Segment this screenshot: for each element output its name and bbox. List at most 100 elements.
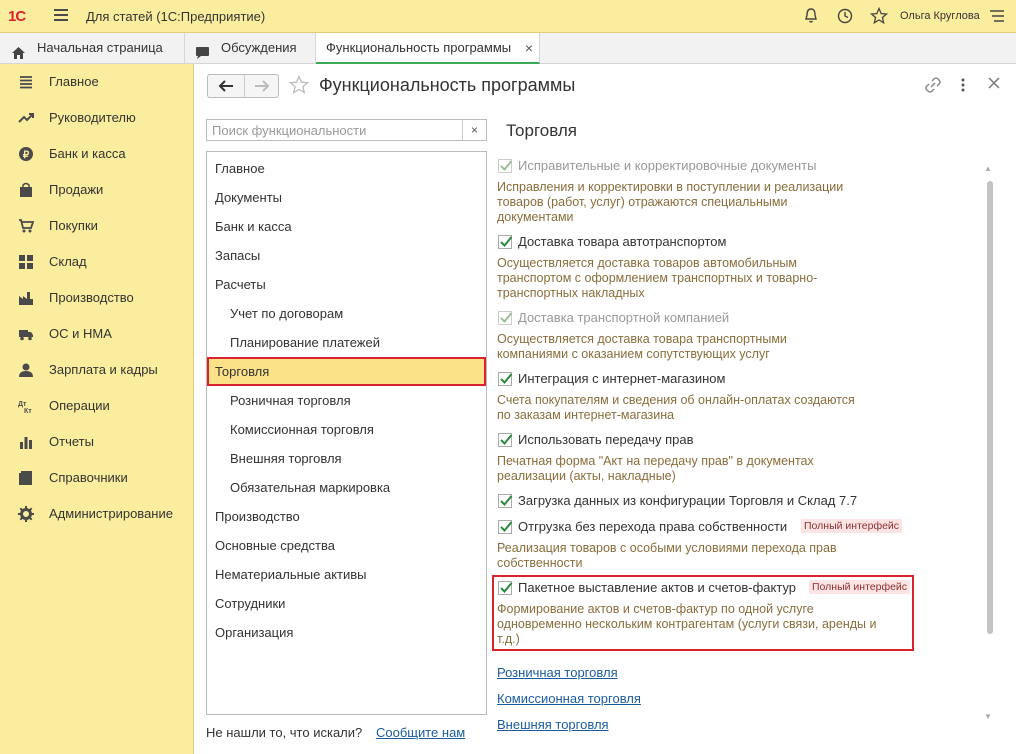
options-list: Исправительные и корректировочные докуме… <box>495 154 987 754</box>
option-description: Осуществляется доставка товара транспорт… <box>497 332 787 361</box>
cart-icon <box>18 218 35 234</box>
link-retail[interactable]: Розничная торговля <box>497 665 618 680</box>
tab-discussions[interactable]: Обсуждения <box>185 33 316 64</box>
menu-icon <box>18 74 34 90</box>
sidebar-item-bank[interactable]: ₽ Банк и касса <box>0 136 194 172</box>
close-icon[interactable] <box>987 76 1001 94</box>
option-checkbox[interactable] <box>498 433 513 447</box>
tree-item[interactable]: Расчеты <box>207 270 486 299</box>
bell-icon[interactable] <box>802 7 822 27</box>
tree-item[interactable]: Запасы <box>207 241 486 270</box>
tree-item[interactable]: Основные средства <box>207 531 486 560</box>
sidebar-item-sales[interactable]: Продажи <box>0 172 194 208</box>
scroll-down-icon[interactable]: ▼ <box>984 712 992 721</box>
coin-icon: ₽ <box>18 146 34 162</box>
option-description: Счета покупателям и сведения об онлайн-о… <box>497 393 855 422</box>
tree-item[interactable]: Обязательная маркировка <box>207 473 486 502</box>
option-checkbox[interactable] <box>498 235 513 249</box>
tree-item[interactable]: Нематериальные активы <box>207 560 486 589</box>
sidebar-item-label: Производство <box>49 290 134 305</box>
sidebar-item-reports[interactable]: Отчеты <box>0 424 194 460</box>
sidebar-item-label: Зарплата и кадры <box>49 362 158 377</box>
tree-item[interactable]: Главное <box>207 154 486 183</box>
link-commission[interactable]: Комиссионная торговля <box>497 691 641 706</box>
option-checkbox[interactable] <box>498 311 513 325</box>
sidebar-item-assets[interactable]: ОС и НМА <box>0 316 194 352</box>
sidebar-item-warehouse[interactable]: Склад <box>0 244 194 280</box>
sidebar-item-salary[interactable]: Зарплата и кадры <box>0 352 194 388</box>
home-icon <box>11 41 26 59</box>
sidebar-item-label: Банк и касса <box>49 146 126 161</box>
tree-item[interactable]: Банк и касса <box>207 212 486 241</box>
tree-item[interactable]: Сотрудники <box>207 589 486 618</box>
main-panel: Функциональность программы × Главное Док… <box>195 64 1016 754</box>
option-label: Загрузка данных из конфигурации Торговля… <box>518 493 858 508</box>
tree-item[interactable]: Производство <box>207 502 486 531</box>
report-link[interactable]: Сообщите нам <box>376 725 465 740</box>
forward-button[interactable] <box>244 75 279 97</box>
tree-item[interactable]: Планирование платежей <box>207 328 486 357</box>
sidebar: Главное Руководителю ₽ Банк и касса Прод… <box>0 64 194 754</box>
page-title: Функциональность программы <box>319 75 576 95</box>
main-menu-icon[interactable] <box>54 9 68 23</box>
tree-item[interactable]: Документы <box>207 183 486 212</box>
warehouse-icon <box>18 254 34 270</box>
option-checkbox[interactable] <box>498 372 513 386</box>
sidebar-item-purchases[interactable]: Покупки <box>0 208 194 244</box>
settings-menu-icon[interactable] <box>988 7 1008 27</box>
close-tab-icon[interactable]: × <box>525 33 533 63</box>
favorites-star-icon[interactable] <box>869 6 890 27</box>
scrollbar-thumb[interactable] <box>987 181 993 634</box>
option-description: Печатная форма "Акт на передачу прав" в … <box>497 454 814 483</box>
truck-icon <box>18 326 34 342</box>
tree-item[interactable]: Учет по договорам <box>207 299 486 328</box>
section-title: Торговля <box>506 121 578 140</box>
option-label: Отгрузка без перехода права собственност… <box>518 519 788 534</box>
tree-item[interactable]: Розничная торговля <box>207 386 486 415</box>
scroll-up-icon[interactable]: ▲ <box>984 164 992 173</box>
option-checkbox[interactable] <box>498 159 513 173</box>
back-button[interactable] <box>208 75 243 97</box>
not-found-text: Не нашли то, что искали? <box>206 725 363 740</box>
sidebar-item-manager[interactable]: Руководителю <box>0 100 194 136</box>
tree-item[interactable]: Комиссионная торговля <box>207 415 486 444</box>
option-description: Реализация товаров с особыми условиями п… <box>497 541 837 570</box>
sidebar-item-catalogs[interactable]: Справочники <box>0 460 194 496</box>
dt-kt-icon: Дт Кт <box>18 398 34 415</box>
svg-text:Кт: Кт <box>24 408 32 414</box>
sidebar-item-label: ОС и НМА <box>49 326 112 341</box>
factory-icon <box>18 290 34 306</box>
sidebar-item-label: Продажи <box>49 182 104 197</box>
person-icon <box>18 362 34 378</box>
sidebar-item-label: Справочники <box>49 470 128 485</box>
link-icon[interactable] <box>924 76 942 98</box>
tree-item-selected[interactable]: Торговля <box>207 357 486 386</box>
search-input[interactable] <box>207 120 462 140</box>
user-name[interactable]: Ольга Круглова <box>900 10 980 22</box>
option-checkbox[interactable] <box>498 520 513 534</box>
tree-item[interactable]: Внешняя торговля <box>207 444 486 473</box>
clear-search-button[interactable]: × <box>462 120 486 140</box>
tree-item[interactable]: Организация <box>207 618 486 647</box>
sidebar-item-admin[interactable]: Администрирование <box>0 496 194 532</box>
link-foreign-trade[interactable]: Внешняя торговля <box>497 717 609 732</box>
bar-chart-icon <box>18 434 34 450</box>
history-icon[interactable] <box>836 7 856 27</box>
option-label: Интеграция с интернет-магазином <box>518 371 726 386</box>
app-title: Для статей (1С:Предприятие) <box>86 9 266 24</box>
title-bar: 1С Для статей (1С:Предприятие) Ольга Кру… <box>0 0 1016 33</box>
full-interface-badge: Полный интерфейс <box>801 519 903 533</box>
option-checkbox[interactable] <box>498 494 513 508</box>
tab-functionality[interactable]: Функциональность программы × <box>316 33 540 64</box>
more-options-icon[interactable] <box>960 76 966 98</box>
tab-home[interactable]: Начальная страница <box>0 33 185 64</box>
option-description: Осуществляется доставка товаров автомоби… <box>497 256 818 300</box>
sidebar-item-production[interactable]: Производство <box>0 280 194 316</box>
sidebar-item-operations[interactable]: Дт Кт Операции <box>0 388 194 424</box>
sidebar-item-label: Покупки <box>49 218 98 233</box>
tab-label: Обсуждения <box>221 40 297 55</box>
sidebar-item-main[interactable]: Главное <box>0 64 194 100</box>
sidebar-item-label: Администрирование <box>49 506 173 521</box>
favorite-star-icon[interactable] <box>288 74 310 101</box>
option-label: Доставка транспортной компанией <box>518 310 730 325</box>
